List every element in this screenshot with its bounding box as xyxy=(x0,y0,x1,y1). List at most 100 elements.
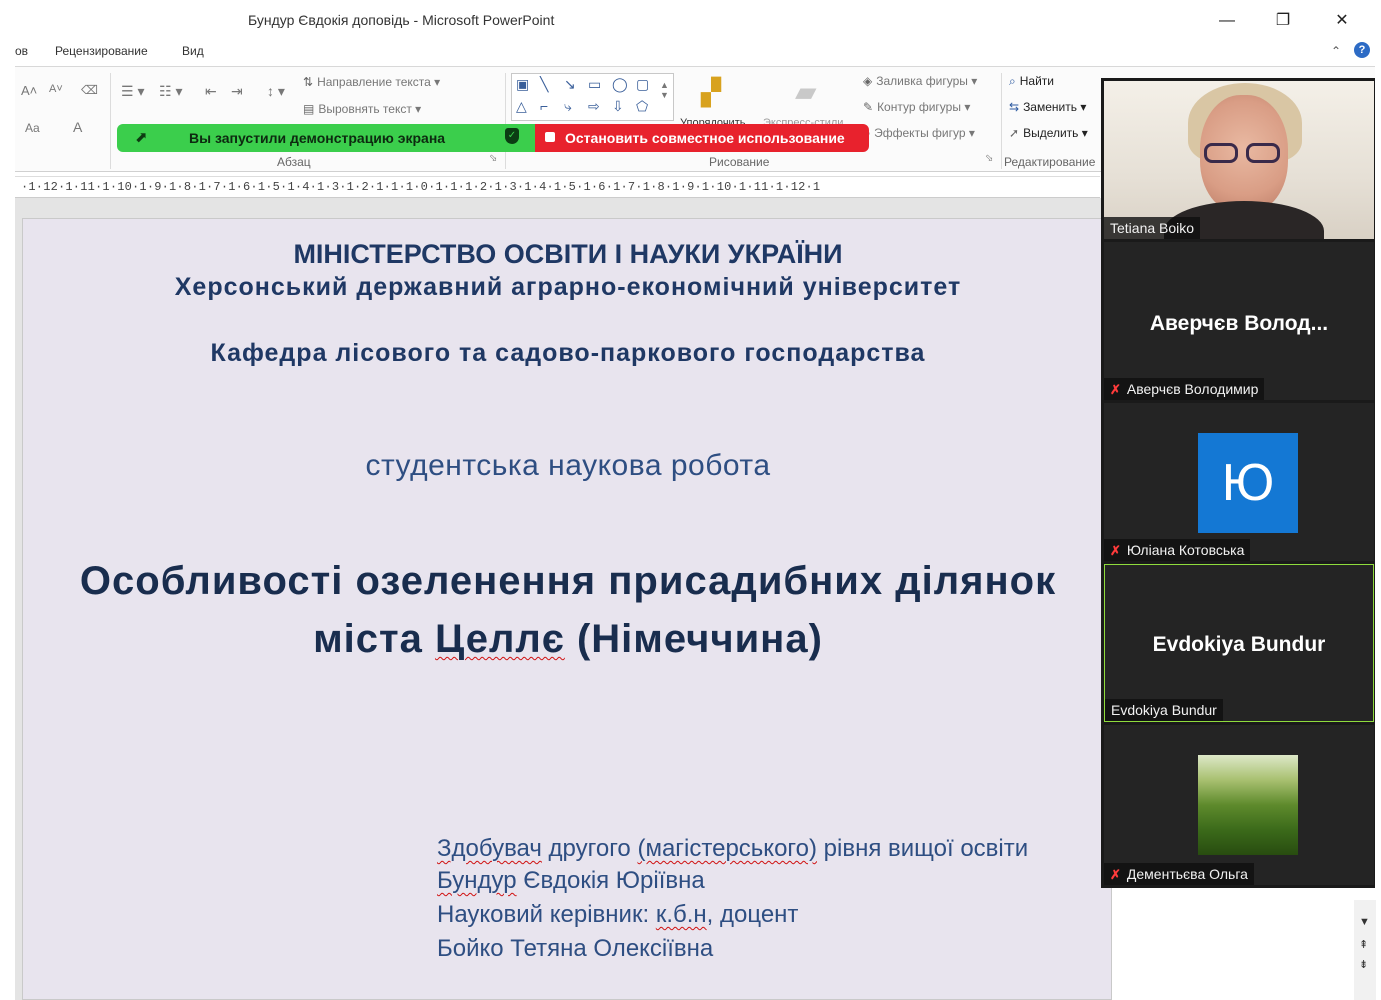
participant-name: ✗ Аверчєв Володимир xyxy=(1104,378,1265,400)
avatar: Ю xyxy=(1198,433,1298,533)
author-line1-b: другого xyxy=(541,835,638,862)
slide-title-line1[interactable]: Особливості озеленення присадибних ділян… xyxy=(23,559,1113,604)
stop-share-button[interactable]: Остановить совместное использование xyxy=(535,124,869,152)
down-arrow-shape-icon[interactable]: ⇩ xyxy=(612,98,624,115)
increase-indent-icon[interactable]: ⇥ xyxy=(231,83,243,100)
align-text-icon: ▤ xyxy=(303,102,315,116)
menu-item-view[interactable]: Вид xyxy=(182,44,204,58)
participant-name: Evdokiya Bundur xyxy=(1105,699,1223,721)
horizontal-ruler[interactable]: ·1·12·1·11·1·10·1·9·1·8·1·7·1·6·1·5·1·4·… xyxy=(15,176,1100,198)
arrange-icon[interactable]: ▞ xyxy=(701,77,721,108)
mic-muted-icon: ✗ xyxy=(1110,867,1121,882)
grow-font-icon[interactable]: A˄ xyxy=(21,83,37,98)
triangle-shape-icon[interactable]: △ xyxy=(516,98,527,115)
select-button[interactable]: ➚ Выделить ▾ xyxy=(1009,126,1088,140)
next-slide-icon[interactable]: ⇟ xyxy=(1359,958,1368,971)
rounded-rect-shape-icon[interactable]: ▢ xyxy=(636,76,649,93)
participant-name-text: Дементьєва Ольга xyxy=(1126,866,1248,882)
author-line1-d: рівня вищої освіти xyxy=(816,835,1029,862)
title-line2-part-b: (Німеччина) xyxy=(564,617,823,661)
slide-author-name[interactable]: Бундур Євдокія Юріївна xyxy=(437,867,705,895)
shape-outline-button[interactable]: ✎ Контур фигуры ▾ xyxy=(863,100,970,114)
shape-fill-icon: ◈ xyxy=(863,74,873,88)
shield-icon: ✓ xyxy=(505,128,519,144)
drawing-dialog-icon[interactable]: ⬂ xyxy=(985,153,993,164)
select-icon: ➚ xyxy=(1009,126,1020,140)
text-direction-label: Направление текста xyxy=(317,75,431,89)
shape-effects-label: Эффекты фигур xyxy=(874,126,966,140)
prev-slide-icon[interactable]: ⇞ xyxy=(1359,938,1368,951)
quick-styles-icon[interactable]: ▰ xyxy=(795,75,817,108)
slide-author-line1[interactable]: Здобувач другого (магістерського) рівня … xyxy=(437,835,1028,863)
participant-tile-averchev[interactable]: Аверчєв Волод... ✗ Аверчєв Володимир xyxy=(1104,242,1374,400)
slide-university[interactable]: Херсонський державний аграрно-економічни… xyxy=(23,273,1113,302)
avatar xyxy=(1198,755,1298,855)
editing-group-label: Редактирование xyxy=(1004,155,1096,169)
slide[interactable]: МІНІСТЕРСТВО ОСВІТИ І НАУКИ УКРАЇНИ Херс… xyxy=(22,218,1112,1000)
freeform-shape-icon[interactable]: ⬠ xyxy=(636,98,648,115)
find-icon: ⌕ xyxy=(1009,74,1016,88)
minimize-icon[interactable]: — xyxy=(1212,8,1242,34)
replace-label: Заменить xyxy=(1023,100,1077,114)
menu-item-review[interactable]: Рецензирование xyxy=(55,44,148,58)
rectangle-shape-icon[interactable]: ▭ xyxy=(588,76,601,93)
title-bar: Бундур Євдокія доповідь - Microsoft Powe… xyxy=(0,0,1381,40)
collapse-ribbon-icon[interactable]: ⌃ xyxy=(1331,44,1341,58)
author-given-name: Євдокія Юріївна xyxy=(516,867,705,894)
font-color-icon[interactable]: A xyxy=(73,119,82,135)
slide-supervisor-line[interactable]: Науковий керівник: к.б.н, доцент xyxy=(437,901,798,929)
window-title: Бундур Євдокія доповідь - Microsoft Powe… xyxy=(248,12,555,28)
replace-button[interactable]: ⇆ Заменить ▾ xyxy=(1009,100,1086,114)
menu-item-format[interactable]: ов xyxy=(15,44,28,58)
arrow-shape-icon[interactable]: ↘ xyxy=(564,76,576,93)
participant-name-text: Аверчєв Володимир xyxy=(1126,381,1259,397)
participant-tile-evdokiya[interactable]: Evdokiya Bundur Evdokiya Bundur xyxy=(1104,564,1374,722)
numbering-icon[interactable]: ☷ ▾ xyxy=(159,83,182,100)
line-shape-icon[interactable]: ╲ xyxy=(540,76,548,93)
screen-share-status-bar[interactable]: ⬈ Вы запустили демонстрацию экрана ✓ xyxy=(117,124,537,152)
title-line2-part-a: міста xyxy=(313,617,435,661)
right-arrow-shape-icon[interactable]: ⇨ xyxy=(588,98,600,115)
participant-tile-yuliana[interactable]: Ю ✗ Юліана Котовська xyxy=(1104,403,1374,561)
shape-outline-icon: ✎ xyxy=(863,100,874,114)
mic-muted-icon: ✗ xyxy=(1110,382,1121,397)
shape-fill-button[interactable]: ◈ Заливка фигуры ▾ xyxy=(863,74,977,88)
slide-title-line2[interactable]: міста Целлє (Німеччина) xyxy=(23,617,1113,662)
participant-tile-dementieva[interactable]: ✗ Дементьєва Ольга xyxy=(1104,725,1374,885)
gallery-scroll-icon[interactable]: ▲ ▼ xyxy=(660,80,669,100)
change-case-icon[interactable]: Aa xyxy=(25,121,40,135)
close-icon[interactable]: ✕ xyxy=(1327,8,1357,34)
restore-icon[interactable]: ❐ xyxy=(1268,8,1298,34)
shapes-gallery[interactable]: ▣ ╲ ↘ ▭ ◯ ▢ △ ⌐ ⤷ ⇨ ⇩ ⬠ ▲ ▼ xyxy=(511,73,674,121)
slide-department[interactable]: Кафедра лісового та садово-паркового гос… xyxy=(23,339,1113,368)
align-text-label: Выровнять текст xyxy=(318,102,412,116)
slide-supervisor-name[interactable]: Бойко Тетяна Олексіївна xyxy=(437,935,713,963)
scroll-down-icon[interactable]: ▼ xyxy=(1359,916,1370,928)
shrink-font-icon[interactable]: A˅ xyxy=(49,83,63,95)
textbox-shape-icon[interactable]: ▣ xyxy=(516,76,529,93)
shape-effects-button[interactable]: ◌Эффекты фигур ▾ xyxy=(863,126,975,140)
paragraph-group-label: Абзац xyxy=(277,155,311,169)
slide-ministry[interactable]: МІНІСТЕРСТВО ОСВІТИ І НАУКИ УКРАЇНИ xyxy=(23,239,1113,270)
line-spacing-icon[interactable]: ↕ ▾ xyxy=(267,83,285,100)
elbow-arrow-icon[interactable]: ⤷ xyxy=(564,98,572,115)
menu-bar: ов Рецензирование Вид ⌃ ? xyxy=(0,40,1381,64)
help-icon[interactable]: ? xyxy=(1354,42,1370,58)
bullets-icon[interactable]: ☰ ▾ xyxy=(121,83,144,100)
supervisor-a: Науковий керівник: xyxy=(437,901,656,928)
oval-shape-icon[interactable]: ◯ xyxy=(612,76,628,93)
participant-name-text: Tetiana Boiko xyxy=(1110,220,1195,236)
find-button[interactable]: ⌕ Найти xyxy=(1009,74,1054,89)
elbow-connector-icon[interactable]: ⌐ xyxy=(540,98,548,114)
slide-work-type[interactable]: студентська наукова робота xyxy=(23,449,1113,483)
paragraph-dialog-icon[interactable]: ⬂ xyxy=(489,153,497,164)
author-line1-c: (магістерського) xyxy=(637,835,817,862)
participant-name: Tetiana Boiko xyxy=(1104,217,1201,239)
clear-format-icon[interactable]: ⌫ xyxy=(81,83,98,97)
decrease-indent-icon[interactable]: ⇤ xyxy=(205,83,217,100)
vertical-scrollbar[interactable]: ▼ ⇞ ⇟ xyxy=(1354,900,1376,1000)
participant-tile-tetiana[interactable]: Tetiana Boiko xyxy=(1104,81,1374,239)
replace-icon: ⇆ xyxy=(1009,100,1020,114)
text-direction-button[interactable]: ⇅ Направление текста ▾ xyxy=(303,75,440,89)
align-text-button[interactable]: ▤ Выровнять текст ▾ xyxy=(303,102,421,116)
